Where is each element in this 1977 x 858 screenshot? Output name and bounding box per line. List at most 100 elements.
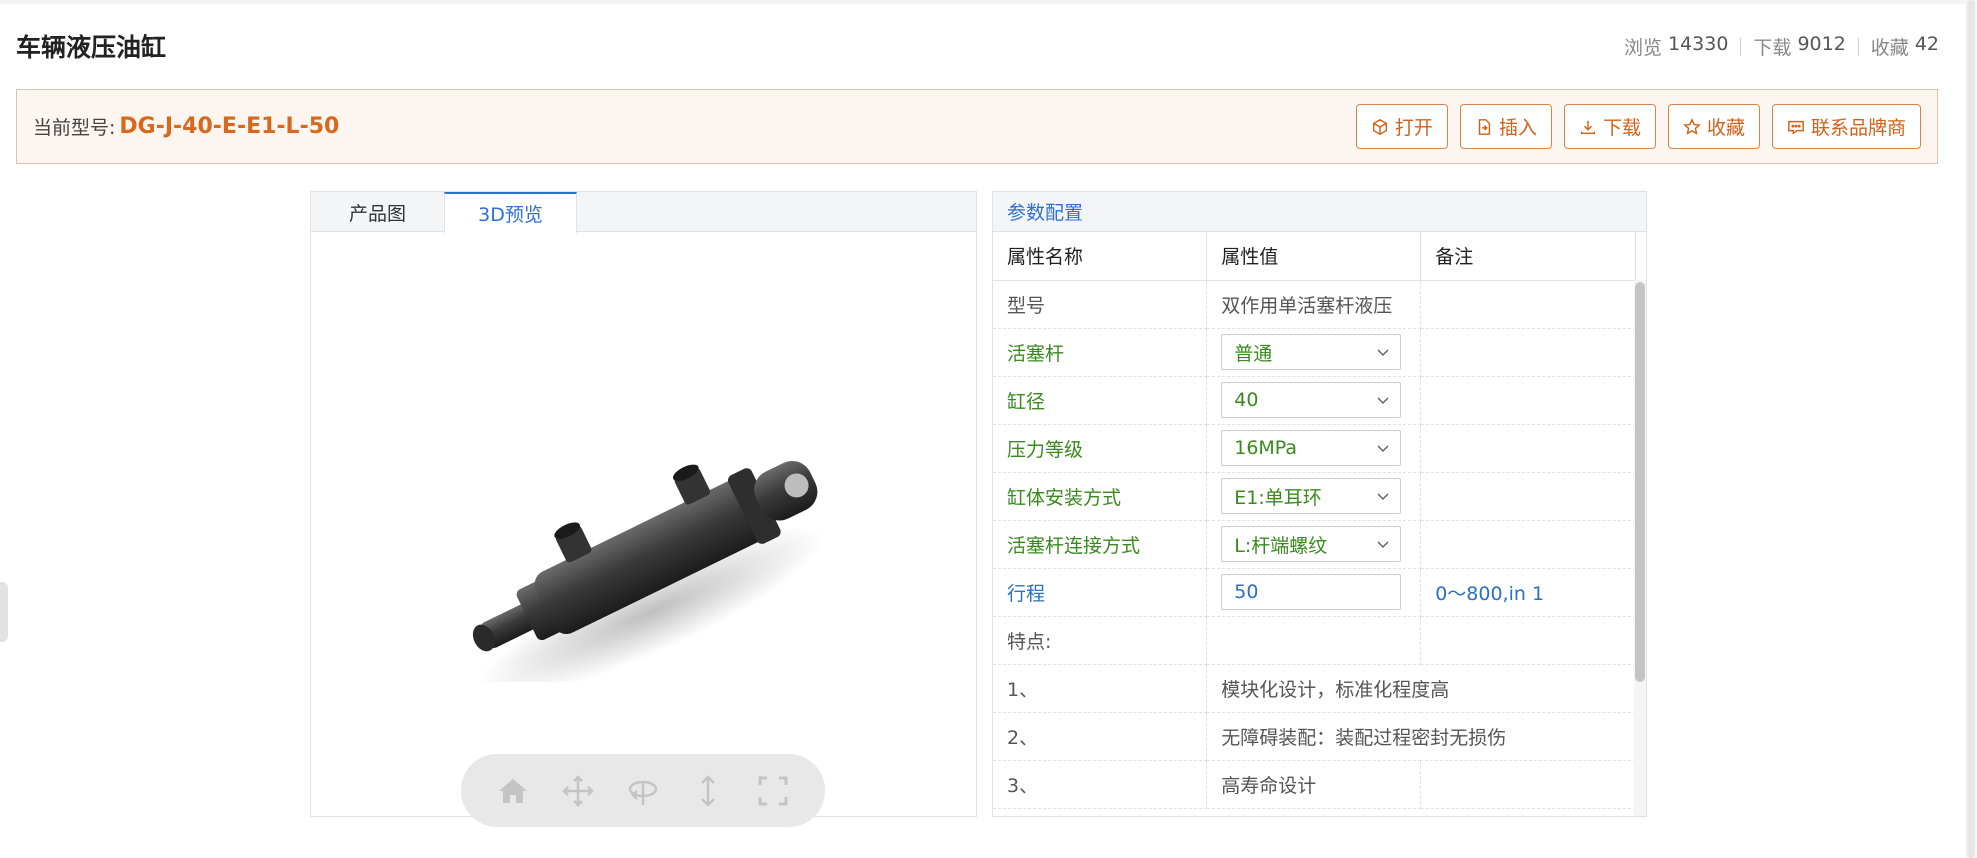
insert-icon [1478,118,1491,135]
3d-viewer[interactable] [311,232,976,827]
favorite-button[interactable]: 收藏 [1667,104,1760,149]
row-name: 缸体安装方式 [993,472,1208,521]
pressure-select[interactable]: 16MPa [1221,430,1402,466]
chevron-down-icon [1377,445,1389,453]
header-note: 备注 [1420,232,1636,281]
tab-3d-preview[interactable]: 3D预览 [444,192,577,233]
table-scrollbar-thumb[interactable] [1635,282,1645,682]
row-note [1420,520,1636,569]
table-header-row: 属性名称 属性值 备注 [993,232,1636,281]
row-name: 特点: [993,616,1208,665]
parameter-table: 属性名称 属性值 备注 型号 双作用单活塞杆液压 活塞杆 普通 缸径 40 压力… [993,232,1636,809]
chevron-down-icon [1377,541,1389,549]
vertical-move-icon[interactable] [690,773,726,809]
row-value: 无障碍装配：装配过程密封无损伤 [1206,712,1636,761]
row-name: 活塞杆 [993,328,1208,377]
cube-icon [1372,118,1387,135]
select-value: 16MPa [1234,437,1298,459]
mount-type-select[interactable]: E1:单耳环 [1221,478,1402,514]
download-button[interactable]: 下载 [1563,104,1656,149]
rotate-icon[interactable] [625,773,661,809]
row-note [1420,376,1636,425]
action-buttons: 打开 插入 下载 收藏 联系品牌商 [1355,104,1921,149]
row-note [1420,760,1636,809]
page-scrollbar-thumb[interactable] [1967,0,1975,858]
page-scrollbar[interactable] [1965,0,1977,858]
chevron-down-icon [1377,493,1389,501]
stat-views: 浏览 14330 [1624,33,1728,60]
stats-bar: 浏览 14330 下载 9012 收藏 42 [1624,33,1939,60]
page-title: 车辆液压油缸 [16,33,167,62]
favorite-button-label: 收藏 [1706,117,1745,139]
row-name: 2、 [993,712,1208,761]
top-border [0,0,1977,4]
download-button-label: 下载 [1602,117,1641,139]
viewer-toolbar [461,754,825,827]
stat-favorites-label: 收藏 [1870,37,1909,59]
table-row: 压力等级 16MPa [993,424,1636,473]
select-value: E1:单耳环 [1234,486,1322,509]
download-icon [1580,120,1595,134]
hydraulic-cylinder-model[interactable] [451,422,851,682]
table-row: 行程 0～800,in 1 [993,568,1636,617]
row-name: 活塞杆连接方式 [993,520,1208,569]
row-value: 高寿命设计 [1206,760,1422,809]
row-value [1206,616,1422,665]
table-row: 2、 无障碍装配：装配过程密封无损伤 [993,712,1636,761]
table-row: 缸体安装方式 E1:单耳环 [993,472,1636,521]
divider [1740,37,1742,56]
divider [1857,37,1859,56]
table-scrollbar[interactable] [1634,280,1646,816]
row-name: 缸径 [993,376,1208,425]
preview-panel: 产品图 3D预览 [310,191,977,827]
tab-product-image[interactable]: 产品图 [311,192,444,232]
row-note: 0～800,in 1 [1420,568,1636,617]
piston-rod-select[interactable]: 普通 [1221,334,1402,370]
table-row: 型号 双作用单活塞杆液压 [993,280,1636,329]
select-value: 普通 [1234,342,1273,365]
contact-brand-button[interactable]: 联系品牌商 [1771,104,1921,149]
row-name: 3、 [993,760,1208,809]
stat-views-value: 14330 [1667,33,1729,55]
header-attribute-value: 属性值 [1206,232,1422,281]
row-note [1420,280,1636,329]
contact-brand-button-label: 联系品牌商 [1810,117,1906,139]
row-note [1420,424,1636,473]
rod-connection-select[interactable]: L:杆端螺纹 [1221,526,1402,562]
table-row: 3、 高寿命设计 [993,760,1636,809]
row-note [1420,328,1636,377]
insert-button[interactable]: 插入 [1459,104,1552,149]
stat-favorites-value: 42 [1914,33,1939,55]
stat-downloads-label: 下载 [1753,37,1792,59]
stat-views-label: 浏览 [1623,37,1662,59]
current-model-bar: 当前型号: DG-J-40-E-E1-L-50 打开 插入 下载 收藏 联系品牌… [16,89,1938,164]
open-button-label: 打开 [1394,117,1433,139]
current-model-value: DG-J-40-E-E1-L-50 [119,114,340,139]
stat-downloads-value: 9012 [1797,33,1846,55]
table-row: 特点: [993,616,1636,665]
row-name: 1、 [993,664,1208,713]
chevron-down-icon [1377,397,1389,405]
insert-button-label: 插入 [1498,117,1537,139]
row-name: 型号 [993,280,1208,329]
parameter-panel-title: 参数配置 [993,192,1646,232]
stroke-input[interactable] [1221,574,1402,610]
move-icon[interactable] [560,773,596,809]
stat-downloads: 下载 9012 [1753,33,1845,60]
row-name: 行程 [993,568,1208,617]
parameter-panel: 参数配置 属性名称 属性值 备注 型号 双作用单活塞杆液压 活塞杆 普通 缸径 … [992,191,1647,817]
bore-select[interactable]: 40 [1221,382,1402,418]
select-value: 40 [1234,389,1259,411]
home-icon[interactable] [495,773,531,809]
current-model-label: 当前型号: [33,117,116,139]
table-row: 1、 模块化设计，标准化程度高 [993,664,1636,713]
table-row: 活塞杆连接方式 L:杆端螺纹 [993,520,1636,569]
side-collapse-handle[interactable] [0,582,8,642]
fullscreen-icon[interactable] [755,773,791,809]
open-button[interactable]: 打开 [1355,104,1448,149]
row-value: 双作用单活塞杆液压 [1206,280,1422,329]
row-name: 压力等级 [993,424,1208,473]
table-row: 缸径 40 [993,376,1636,425]
select-value: L:杆端螺纹 [1234,534,1328,557]
message-icon [1788,120,1804,135]
